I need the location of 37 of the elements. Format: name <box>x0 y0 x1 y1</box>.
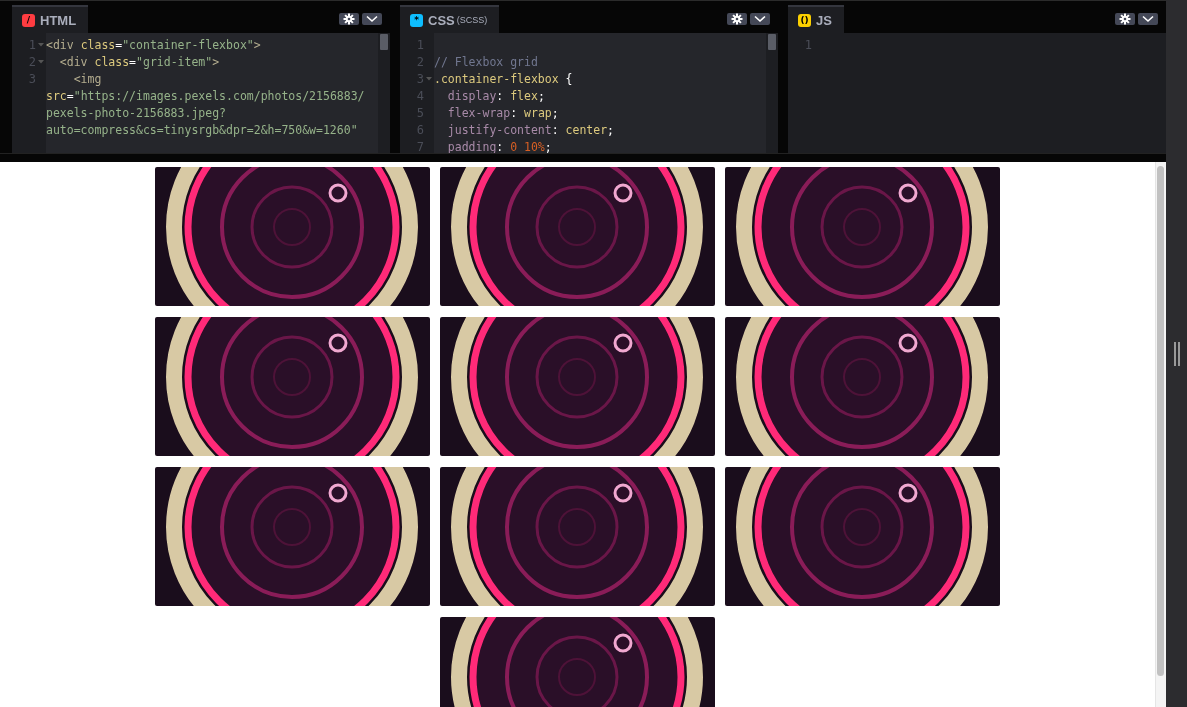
settings-button[interactable] <box>727 13 747 25</box>
code-line: display: flex; <box>446 88 545 103</box>
code-line: flex-wrap: wrap; <box>446 105 559 120</box>
code-line: pexels-photo-2156883.jpeg? <box>46 105 226 120</box>
code-line: padding: 0 10%; <box>446 139 552 153</box>
settings-icon <box>1119 13 1131 25</box>
code-line: <div class="grid-item"> <box>58 54 220 69</box>
settings-button[interactable] <box>1115 13 1135 25</box>
drag-handle-icon[interactable] <box>1173 341 1180 366</box>
code-line: <div class="container-flexbox"> <box>46 37 261 52</box>
settings-button[interactable] <box>339 13 359 25</box>
chevron-down-icon <box>754 15 766 23</box>
language-icon: * <box>410 13 423 27</box>
editor-tab[interactable]: () JS <box>788 5 844 33</box>
scrollbar[interactable] <box>1155 162 1166 707</box>
language-icon: () <box>798 13 811 27</box>
code-line: // Flexbox grid <box>434 54 538 69</box>
code-line: .container-flexbox { <box>434 71 573 86</box>
collapse-button[interactable] <box>750 13 770 25</box>
language-icon: / <box>22 13 35 27</box>
fold-arrow-icon <box>38 42 44 47</box>
collapse-button[interactable] <box>362 13 382 25</box>
collapse-button[interactable] <box>1138 13 1158 25</box>
scrollbar-thumb[interactable] <box>380 34 388 50</box>
settings-icon <box>343 13 355 25</box>
code-line: <img <box>72 71 102 86</box>
code-line: auto=compress&cs=tinysrgb&dpr=2&h=750&w=1260" <box>46 122 358 137</box>
code-line: src="https://images.pexels.com/photos/2156883/ <box>46 88 365 103</box>
settings-icon <box>731 13 743 25</box>
editor-tab[interactable]: * CSS(SCSS) <box>400 5 500 33</box>
chevron-down-icon <box>1142 15 1154 23</box>
editor-tab[interactable]: / HTML <box>12 5 89 33</box>
fold-arrow-icon <box>38 59 44 64</box>
scrollbar-thumb[interactable] <box>768 34 776 50</box>
code-line: justify-content: center; <box>446 122 615 137</box>
fold-arrow-icon <box>426 76 432 81</box>
chevron-down-icon <box>366 15 378 23</box>
